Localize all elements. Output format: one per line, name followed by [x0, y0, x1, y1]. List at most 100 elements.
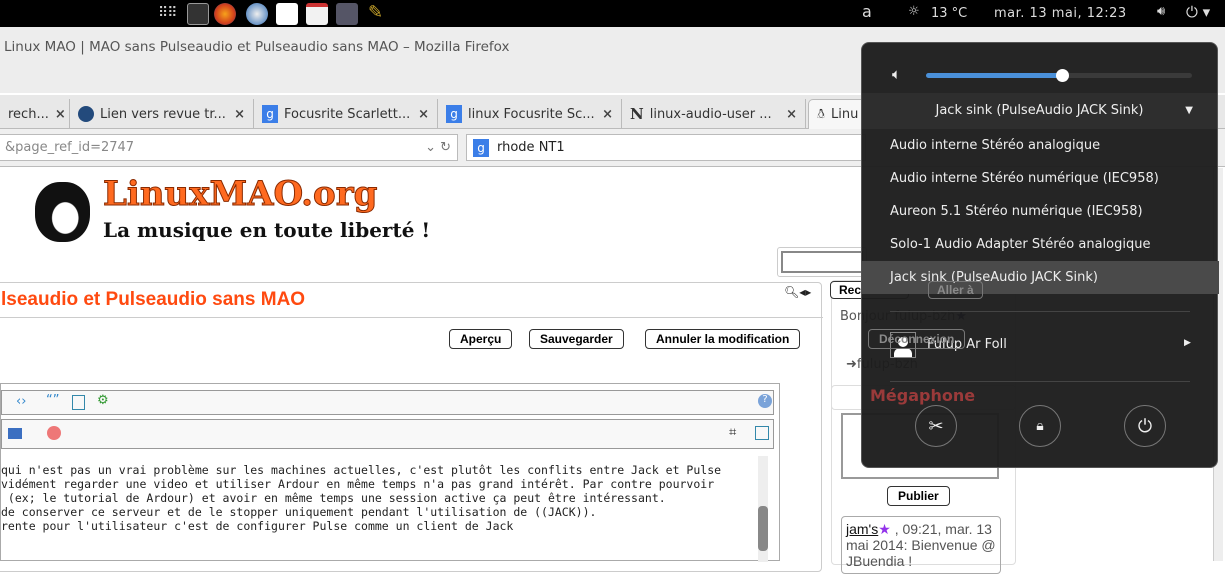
close-tab-icon[interactable]: ×	[234, 107, 245, 122]
tab-label: rech...	[8, 106, 49, 122]
layout-icon[interactable]	[72, 395, 85, 410]
settings-icon: ✂	[928, 415, 944, 437]
user-menu-item[interactable]: Fulup Ar Foll ▶	[862, 328, 1217, 364]
sink-item-active[interactable]: Jack sink (PulseAudio JACK Sink)	[862, 261, 1219, 294]
editor-line: qui n'est pas un vrai problème sur les m…	[1, 463, 722, 477]
help-icon[interactable]: ?	[758, 394, 772, 408]
musescore-icon[interactable]	[276, 3, 298, 25]
avatar	[890, 332, 916, 358]
tab-label: Lien vers revue tr...	[100, 106, 226, 122]
power-off-button[interactable]: ⏻	[1124, 405, 1166, 447]
logo-tagline: La musique en toute liberté !	[103, 218, 431, 242]
sink-item[interactable]: Audio interne Stéréo numérique (IEC958)	[862, 162, 1219, 195]
weather-temp[interactable]: 13 °C	[931, 6, 967, 21]
tab-3[interactable]: g linux Focusrite Sc... ×	[438, 99, 622, 129]
tab-label: Linu	[831, 107, 859, 122]
fullscreen-icon[interactable]	[755, 426, 769, 440]
top-bar: ⠿⠿ ✎ a ☼ 13 °C mar. 13 mai, 12:23 🔊︎ ⏻ ▾	[0, 0, 1225, 27]
penguin-logo-icon	[35, 182, 90, 242]
accessibility-icon[interactable]: a	[862, 2, 872, 21]
firefox-icon[interactable]	[214, 3, 236, 25]
save-button[interactable]: Sauvegarder	[529, 329, 624, 349]
n-icon: N	[630, 105, 644, 123]
preview-button[interactable]: Aperçu	[449, 329, 513, 349]
pdf-viewer-icon[interactable]	[306, 3, 328, 25]
editor-line: vidément regarder une video et utiliser …	[1, 477, 715, 491]
page-heading: lseaudio et Pulseaudio sans MAO	[1, 289, 306, 310]
editor-scrollbar[interactable]	[758, 456, 768, 562]
editor-line: rente pour l'utilisateur c'est de config…	[1, 519, 514, 533]
google-icon: g	[446, 105, 462, 123]
url-text: &page_ref_id=2747	[5, 140, 135, 155]
tab-label: Focusrite Scarlett...	[284, 106, 411, 122]
search-bar[interactable]: g rhode NT1	[466, 134, 866, 161]
volume-icon: 🔈︎	[892, 65, 902, 83]
dropdown-arrow-icon: ▼	[1185, 105, 1193, 116]
google-icon: g	[262, 105, 278, 123]
power-menu-icon[interactable]: ⏻ ▾	[1186, 3, 1210, 21]
user-name: Fulup Ar Foll	[927, 337, 1007, 352]
stop-icon[interactable]	[47, 426, 61, 440]
message-author[interactable]: jam's	[846, 521, 878, 537]
tab-0[interactable]: rech... ×	[0, 99, 70, 129]
sink-selector[interactable]: Jack sink (PulseAudio JACK Sink) ▼	[862, 93, 1217, 129]
wave-icon	[78, 106, 94, 122]
editor: ‹› “” ⚙ ? ⌗ qui n'est pas un vrai problè…	[0, 383, 780, 562]
sink-item[interactable]: Audio interne Stéréo analogique	[862, 129, 1219, 162]
tab-active[interactable]: 🐧︎ Linu	[808, 99, 868, 129]
tab-1[interactable]: Lien vers revue tr... ×	[70, 99, 254, 129]
dropdown-icon[interactable]: ⌄ ↻	[425, 140, 451, 155]
html-icon[interactable]	[8, 428, 22, 439]
editor-textarea[interactable]: qui n'est pas un vrai problème sur les m…	[1, 454, 769, 562]
editor-toolbar-1: ‹› “” ⚙ ?	[1, 390, 774, 415]
window-title: Linux MAO | MAO sans Pulseaudio et Pulse…	[4, 39, 510, 55]
url-bar[interactable]: &page_ref_id=2747 ⌄ ↻	[0, 134, 458, 161]
sink-item[interactable]: Aureon 5.1 Stéréo numérique (IEC958)	[862, 195, 1219, 228]
close-tab-icon[interactable]: ×	[55, 107, 66, 122]
settings-button[interactable]: ✂	[915, 405, 957, 447]
zoom-icon[interactable]: 🔍︎◂▸	[784, 285, 811, 299]
apps-grid-icon[interactable]: ⠿⠿	[158, 5, 177, 21]
pencil-icon[interactable]: ✎	[368, 2, 383, 23]
close-tab-icon[interactable]: ×	[418, 107, 429, 122]
close-tab-icon[interactable]: ×	[786, 107, 797, 122]
volume-slider[interactable]	[926, 69, 1192, 82]
tab-label: linux Focusrite Sc...	[468, 106, 595, 122]
cancel-edit-button[interactable]: Annuler la modification	[645, 329, 801, 349]
message: jam's★ , 09:21, mar. 13 mai 2014: Bienve…	[841, 516, 1001, 574]
volume-icon[interactable]: 🔊︎	[1157, 4, 1165, 19]
editor-line: de conserver ce serveur et de le stopper…	[1, 505, 597, 519]
thunderbird-icon[interactable]	[246, 3, 268, 25]
separator	[890, 381, 1190, 382]
sink-item[interactable]: Solo-1 Audio Adapter Stéréo analogique	[862, 228, 1219, 261]
find-icon[interactable]: ⌗	[729, 425, 736, 440]
site-logo[interactable]: LinuxMAO.org La musique en toute liberté…	[35, 174, 505, 246]
google-engine-icon[interactable]: g	[473, 138, 489, 157]
lock-icon: 🔒︎	[1036, 418, 1044, 434]
plugin-add-icon[interactable]: ⚙	[97, 393, 109, 408]
calculator-icon[interactable]	[336, 3, 358, 25]
clock[interactable]: mar. 13 mai, 12:23	[994, 6, 1127, 21]
selected-sink: Jack sink (PulseAudio JACK Sink)	[935, 103, 1144, 118]
tab-label: linux-audio-user ...	[649, 106, 772, 122]
editor-line: (ex; le tutorial de Ardour) et avoir en …	[1, 491, 666, 505]
weather-icon: ☼	[908, 4, 920, 19]
publish-button[interactable]: Publier	[887, 486, 950, 506]
search-text: rhode NT1	[497, 140, 565, 155]
tab-2[interactable]: g Focusrite Scarlett... ×	[254, 99, 438, 129]
volume-slider-handle[interactable]	[1055, 69, 1069, 82]
site-search-input[interactable]	[777, 247, 867, 277]
lock-button[interactable]: 🔒︎	[1019, 405, 1061, 447]
system-status-menu: 🔈︎ Jack sink (PulseAudio JACK Sink) ▼ Au…	[861, 42, 1219, 468]
editor-toolbar-2: ⌗	[1, 419, 774, 449]
tux-icon: 🐧︎	[817, 106, 826, 122]
tab-4[interactable]: Nlinux-audio-user ... ×	[622, 99, 806, 129]
logo-title: LinuxMAO.org	[102, 174, 378, 215]
code-icon[interactable]: ‹›	[16, 394, 26, 409]
quote-icon[interactable]: “”	[46, 393, 59, 408]
separator	[890, 311, 1190, 312]
power-icon: ⏻	[1137, 415, 1153, 437]
submenu-arrow-icon: ▶	[1184, 338, 1191, 348]
terminal-icon[interactable]	[187, 3, 209, 25]
close-tab-icon[interactable]: ×	[602, 107, 613, 122]
